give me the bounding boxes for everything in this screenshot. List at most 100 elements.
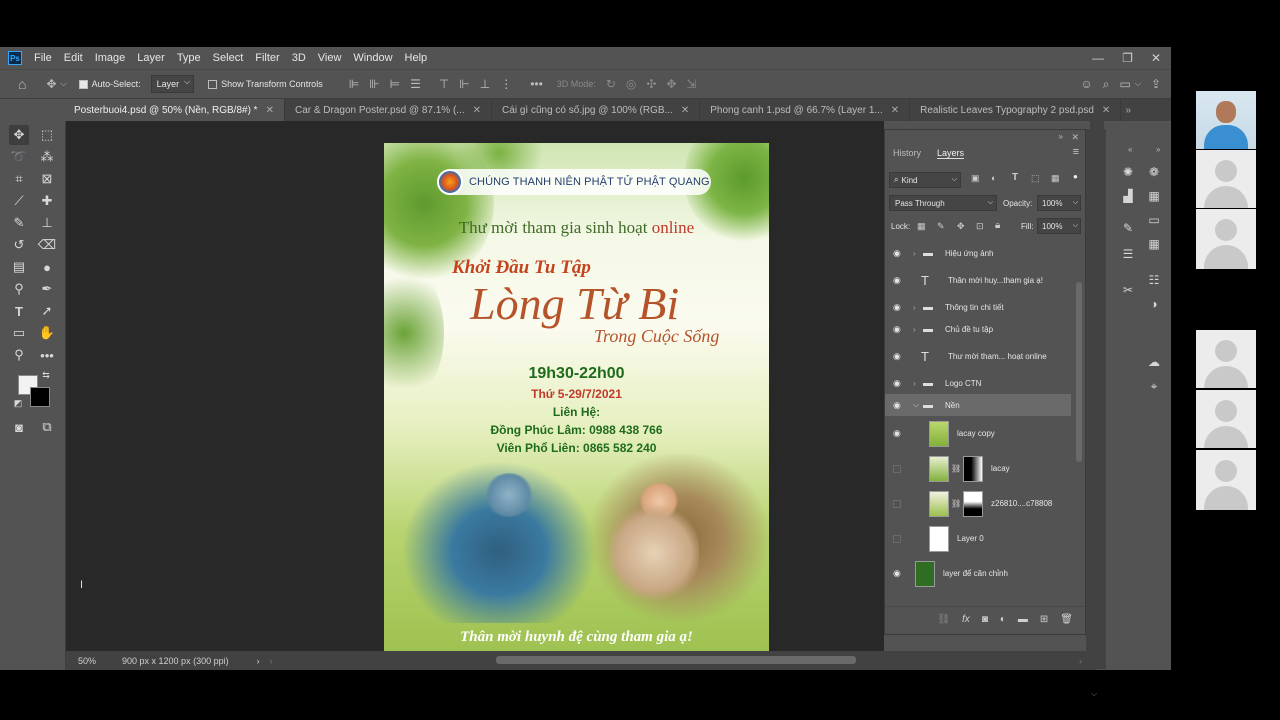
chevron-right-icon[interactable]: ›	[257, 656, 260, 666]
chevron-down-icon[interactable]: ⌵	[1135, 79, 1141, 89]
close-tab-icon[interactable]: ✕	[891, 105, 899, 116]
adjustment-layer-icon[interactable]: ◐	[1000, 614, 1006, 625]
healing-brush-tool-icon[interactable]: ✚	[37, 191, 57, 211]
channels-icon[interactable]: ◑	[1144, 297, 1164, 311]
eraser-tool-icon[interactable]: ⌫	[37, 235, 57, 255]
palette-icon[interactable]: ❁	[1144, 165, 1164, 179]
type-tool-icon[interactable]: T	[9, 301, 29, 321]
share-user-icon[interactable]: ☺	[1081, 77, 1093, 91]
auto-select-dropdown[interactable]: Layer	[150, 75, 195, 93]
frame-tool-icon[interactable]: ⊠	[37, 169, 57, 189]
menu-select[interactable]: Select	[213, 52, 244, 64]
participant-avatar-1[interactable]	[1196, 150, 1256, 208]
layer-row-hieu-ung-anh[interactable]: ◉ › ▬ Hiệu ứng ảnh	[885, 242, 1071, 264]
chevron-down-icon[interactable]: ⌵	[1091, 689, 1097, 699]
lock-image-icon[interactable]: ✎	[937, 221, 945, 232]
close-panel-icon[interactable]: ✕	[1071, 132, 1079, 143]
canvas-area[interactable]: I CHÚNG THANH NIÊN PHẬT TỬ PHẬT QUANG Th…	[66, 121, 884, 651]
align-center-icon[interactable]: ⊪	[369, 77, 379, 91]
filter-pixel-icon[interactable]: ▣	[971, 173, 980, 184]
new-layer-icon[interactable]: ⊞	[1040, 614, 1048, 625]
layer-row-nen-selected[interactable]: ◉ ⌵ ▬ Nền	[885, 394, 1071, 416]
minimize-icon[interactable]: —	[1092, 51, 1104, 65]
layer-row-z26810[interactable]: ⛓︎ z26810....c78808	[885, 486, 1071, 521]
visibility-off-box[interactable]	[893, 464, 901, 473]
lock-position-icon[interactable]: ✥	[957, 221, 965, 232]
eyedropper-tool-icon[interactable]: ⟋	[9, 191, 29, 211]
new-group-icon[interactable]: ▬	[1018, 614, 1028, 625]
layer-row-lacay-copy[interactable]: ◉ lacay copy	[885, 416, 1071, 451]
close-icon[interactable]: ✕	[1151, 51, 1161, 65]
lasso-tool-icon[interactable]: ➰	[9, 147, 29, 167]
distribute-icon[interactable]: ☰	[410, 77, 421, 91]
history-brush-tool-icon[interactable]: ↺	[9, 235, 29, 255]
brush-tool-icon[interactable]: ✎	[9, 213, 29, 233]
dodge-tool-icon[interactable]: ⚲	[9, 279, 29, 299]
scroll-right-icon[interactable]: ›	[1079, 656, 1082, 666]
visibility-eye-icon[interactable]: ◉	[893, 324, 905, 335]
layer-row-than-moi[interactable]: ◉ T Thân mời huy...tham gia ạ!	[885, 264, 1071, 296]
close-tab-icon[interactable]: ✕	[266, 105, 274, 116]
chevron-right-icon[interactable]: ›	[913, 249, 916, 258]
visibility-eye-icon[interactable]: ◉	[893, 428, 905, 439]
layer-row-thong-tin[interactable]: ◉ › ▬ Thông tin chi tiết	[885, 296, 1071, 318]
sliders-icon[interactable]: ☰	[1118, 247, 1138, 261]
distribute-vertical-icon[interactable]: ⋮	[500, 77, 512, 91]
fill-field[interactable]: 100% ⌵	[1037, 218, 1081, 234]
swap-colors-icon[interactable]: ⇆	[40, 369, 52, 381]
menu-filter[interactable]: Filter	[255, 52, 279, 64]
doc-tab-realistic-leaves[interactable]: Realistic Leaves Typography 2 psd.psd ✕	[910, 99, 1122, 121]
doc-tab-phong-canh[interactable]: Phong canh 1.psd @ 66.7% (Layer 1... ✕	[700, 99, 911, 121]
poster-canvas[interactable]: CHÚNG THANH NIÊN PHẬT TỬ PHẬT QUANG Thư …	[384, 143, 769, 651]
close-tab-icon[interactable]: ✕	[1102, 105, 1110, 116]
screen-mode-icon[interactable]: ⧉	[37, 417, 57, 437]
gradient-tool-icon[interactable]: ▤	[9, 257, 29, 277]
visibility-off-box[interactable]	[893, 534, 901, 543]
brightness-icon[interactable]: ✺	[1118, 165, 1138, 179]
participant-avatar-4[interactable]	[1196, 390, 1256, 448]
menu-window[interactable]: Window	[353, 52, 392, 64]
menu-layer[interactable]: Layer	[137, 52, 165, 64]
restore-icon[interactable]: ❐	[1122, 51, 1133, 65]
layer-row-thu-moi[interactable]: ◉ T Thư mời tham... hoạt online	[885, 340, 1071, 372]
move-tool-icon[interactable]: ✥	[46, 77, 56, 91]
auto-select-checkbox[interactable]: Auto-Select:	[78, 79, 141, 89]
filter-toggle-icon[interactable]: ●	[1073, 172, 1078, 181]
layer-row-logo-ctn[interactable]: ◉ › ▬ Logo CTN	[885, 372, 1071, 394]
layer-row-chu-de[interactable]: ◉ › ▬ Chủ đề tu tập	[885, 318, 1071, 340]
crop-tool-icon[interactable]: ⌗	[9, 169, 29, 189]
histogram-icon[interactable]: ▟	[1118, 189, 1138, 203]
layer-row-lacay[interactable]: ⛓︎ lacay	[885, 451, 1071, 486]
zoom-tool-icon[interactable]: ⚲	[9, 345, 29, 365]
pen-tool-icon[interactable]: ✒	[37, 279, 57, 299]
move-tool-icon[interactable]: ✥	[9, 125, 29, 145]
delete-layer-icon[interactable]: 🗑︎	[1060, 614, 1073, 625]
collapse-panel-icon[interactable]: »	[1059, 132, 1063, 141]
opacity-field[interactable]: 100% ⌵	[1037, 195, 1081, 211]
layer-scrollbar-thumb[interactable]	[1076, 282, 1082, 462]
quick-mask-icon[interactable]: ◙	[9, 417, 29, 437]
chevron-right-icon[interactable]: ›	[913, 325, 916, 334]
chevron-down-icon[interactable]: ⌵	[913, 400, 919, 410]
visibility-eye-icon[interactable]: ◉	[893, 302, 905, 313]
menu-type[interactable]: Type	[177, 52, 201, 64]
adjustments-icon[interactable]: ☷	[1144, 273, 1164, 287]
magic-wand-tool-icon[interactable]: ⁂	[37, 147, 57, 167]
close-tab-icon[interactable]: ✕	[473, 105, 481, 116]
align-top-icon[interactable]: ⊤	[439, 77, 449, 91]
doc-tab-car-dragon[interactable]: Car & Dragon Poster.psd @ 87.1% (... ✕	[285, 99, 493, 121]
tab-history[interactable]: History	[893, 148, 921, 158]
participant-video-host[interactable]	[1196, 91, 1256, 149]
libraries-icon[interactable]: ☁	[1144, 355, 1164, 369]
marquee-tool-icon[interactable]: ⬚	[37, 125, 57, 145]
align-right-icon[interactable]: ⊨	[390, 77, 400, 91]
chevron-down-icon[interactable]: ⌵	[61, 79, 67, 89]
menu-3d[interactable]: 3D	[292, 52, 306, 64]
link-layers-icon[interactable]: ⛓︎	[937, 614, 950, 625]
home-icon[interactable]: ⌂	[18, 76, 26, 92]
path-selection-tool-icon[interactable]: ➚	[37, 301, 57, 321]
clone-stamp-tool-icon[interactable]: ⊥	[37, 213, 57, 233]
visibility-eye-icon[interactable]: ◉	[893, 248, 905, 259]
tab-overflow-icon[interactable]: »	[1125, 105, 1131, 116]
checkbox-checked-icon[interactable]	[78, 79, 88, 89]
